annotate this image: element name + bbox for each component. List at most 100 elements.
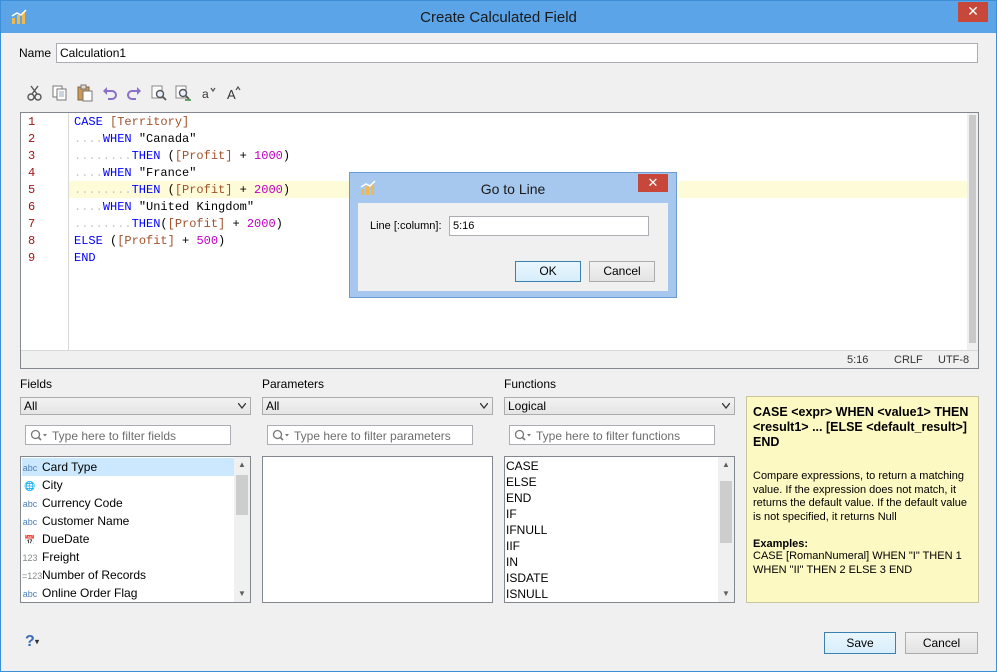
help-menu-button[interactable]: ?▾	[25, 633, 49, 651]
field-name: Currency Code	[42, 496, 123, 510]
function-syntax: CASE <expr> WHEN <value1> THEN <result1>…	[753, 405, 969, 449]
filter-placeholder: Type here to filter fields	[52, 429, 177, 443]
code-line: ........THEN ([Profit] + 1000)	[74, 149, 291, 163]
chevron-down-icon: ▾	[34, 636, 40, 647]
globe-icon: 🌐	[24, 481, 36, 491]
filter-placeholder: Type here to filter functions	[536, 429, 681, 443]
ok-button[interactable]: OK	[515, 261, 581, 282]
functions-label: Functions	[504, 377, 557, 391]
code-line: ELSE ([Profit] + 500)	[74, 234, 226, 248]
field-name: City	[42, 478, 63, 492]
chevron-down-icon	[480, 403, 488, 409]
window-close-button[interactable]: ✕	[958, 2, 988, 22]
line-ending: CRLF	[894, 354, 923, 366]
fields-type-dropdown[interactable]: All	[20, 397, 251, 415]
chevron-down-icon	[238, 403, 246, 409]
uppercase-icon[interactable]: A	[224, 83, 244, 103]
name-input[interactable]: Calculation1	[56, 43, 978, 63]
line-number: 3	[28, 149, 36, 163]
paste-icon[interactable]	[75, 83, 95, 103]
functions-list[interactable]: CASE ELSE END IF IFNULL IIF IN ISDATE IS…	[504, 456, 735, 603]
field-name: Customer Name	[42, 514, 130, 528]
search-icon	[30, 429, 47, 441]
functions-list-scrollbar[interactable]: ▲ ▼	[718, 457, 734, 602]
function-description: Compare expressions, to return a matchin…	[753, 470, 968, 523]
dropdown-value: All	[24, 399, 38, 413]
calculated-field-window: Create Calculated Field ✕ Name Calculati…	[0, 0, 997, 672]
fields-label: Fields	[20, 377, 53, 391]
list-item[interactable]: 🌐 City	[22, 476, 63, 494]
fields-list-scrollbar[interactable]: ▲ ▼	[234, 457, 250, 602]
list-item[interactable]: =123Number of Records	[22, 566, 146, 584]
line-number: 1	[28, 115, 36, 129]
parameters-filter-input[interactable]: Type here to filter parameters	[267, 425, 473, 445]
list-item[interactable]: abc Customer Name	[22, 512, 130, 530]
copy-icon[interactable]	[50, 83, 70, 103]
line-number: 6	[28, 200, 36, 214]
scroll-up-icon[interactable]: ▲	[718, 457, 734, 473]
parameters-type-dropdown[interactable]: All	[262, 397, 493, 415]
scroll-thumb[interactable]	[720, 481, 732, 543]
code-line: ....WHEN "United Kingdom"	[74, 200, 255, 214]
line-column-input[interactable]: 5:16	[449, 216, 649, 236]
number-type-icon: 123	[22, 553, 38, 563]
chevron-down-icon	[722, 403, 730, 409]
scroll-up-icon[interactable]: ▲	[234, 457, 250, 473]
dialog-title: Go to Line	[480, 181, 546, 197]
list-item[interactable]: abc Online Order Flag	[22, 584, 138, 602]
scroll-thumb[interactable]	[969, 115, 976, 343]
save-button[interactable]: Save	[824, 632, 896, 654]
line-number: 7	[28, 217, 36, 231]
code-line: CASE [Territory]	[74, 115, 190, 129]
code-line: END	[74, 251, 96, 265]
field-name: Number of Records	[42, 568, 147, 582]
list-item[interactable]: 📅 DueDate	[22, 530, 89, 548]
dialog-title-bar[interactable]: Go to Line ✕	[350, 173, 676, 203]
dialog-body: Line [:column]: 5:16 OK Cancel	[358, 203, 668, 291]
question-icon: ?	[25, 633, 35, 650]
scroll-down-icon[interactable]: ▼	[234, 586, 250, 602]
editor-vertical-scrollbar[interactable]	[967, 113, 978, 350]
line-number: 4	[28, 166, 36, 180]
redo-icon[interactable]	[124, 83, 144, 103]
functions-category-dropdown[interactable]: Logical	[504, 397, 735, 415]
calendar-icon: 📅	[24, 535, 36, 545]
window-title: Create Calculated Field	[420, 9, 577, 26]
title-bar[interactable]: Create Calculated Field ✕	[1, 1, 996, 33]
function-example: CASE [RomanNumeral] WHEN "I" THEN 1 WHEN…	[753, 550, 962, 576]
dropdown-value: Logical	[508, 399, 547, 413]
fields-filter-input[interactable]: Type here to filter fields	[25, 425, 231, 445]
go-to-line-dialog: Go to Line ✕ Line [:column]: 5:16 OK Can…	[349, 172, 677, 298]
lowercase-icon[interactable]: a	[199, 83, 219, 103]
calculated-number-icon: =123	[22, 571, 43, 581]
list-item[interactable]: abc Card Type	[22, 458, 236, 476]
parameters-list[interactable]	[262, 456, 493, 603]
undo-icon[interactable]	[100, 83, 120, 103]
field-name: Card Type	[42, 460, 98, 474]
list-item[interactable]: ISNULL	[506, 585, 548, 602]
dialog-close-button[interactable]: ✕	[638, 174, 668, 192]
string-type-icon: abc	[22, 589, 38, 599]
scroll-down-icon[interactable]: ▼	[718, 586, 734, 602]
dialog-cancel-button[interactable]: Cancel	[589, 261, 655, 282]
find-icon[interactable]	[149, 83, 169, 103]
list-item[interactable]: 123 Freight	[22, 548, 79, 566]
code-line: ........THEN ([Profit] + 2000)	[74, 183, 291, 197]
find-replace-icon[interactable]	[173, 83, 193, 103]
field-name: Online Order Flag	[42, 586, 138, 600]
cursor-position: 5:16	[847, 354, 869, 366]
cancel-button[interactable]: Cancel	[905, 632, 978, 654]
examples-title: Examples:	[753, 538, 809, 550]
function-help-panel: CASE <expr> WHEN <value1> THEN <result1>…	[746, 396, 979, 603]
cut-icon[interactable]	[25, 83, 45, 103]
filter-placeholder: Type here to filter parameters	[294, 429, 451, 443]
code-line: ....WHEN "Canada"	[74, 132, 197, 146]
functions-filter-input[interactable]: Type here to filter functions	[509, 425, 715, 445]
string-type-icon: abc	[22, 463, 38, 473]
fields-list[interactable]: abc Card Type 🌐 City abc Currency Code abc C…	[20, 456, 251, 603]
scroll-thumb[interactable]	[236, 475, 248, 515]
field-name: Freight	[42, 550, 80, 564]
line-number: 2	[28, 132, 36, 146]
field-name: DueDate	[42, 532, 90, 546]
list-item[interactable]: abc Currency Code	[22, 494, 123, 512]
